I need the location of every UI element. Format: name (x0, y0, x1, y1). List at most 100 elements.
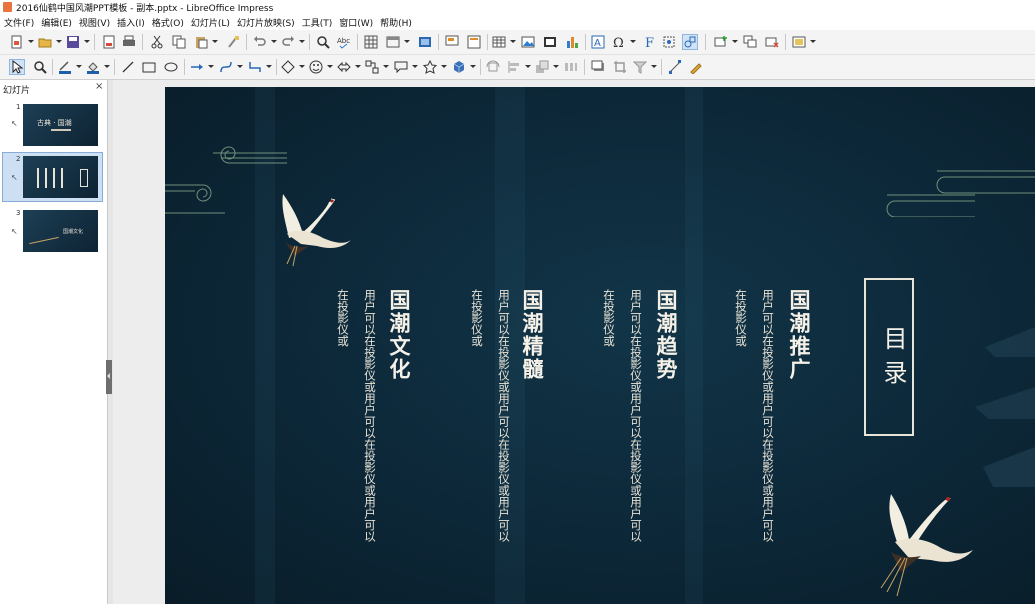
section-title-3[interactable]: 国潮精髓 (517, 289, 547, 381)
basic-shapes-dropdown-arrow[interactable] (299, 65, 305, 68)
clone-formatting-icon[interactable] (226, 35, 240, 49)
print-icon[interactable] (122, 35, 136, 49)
section-body-3[interactable]: 用户可以在投影仪或用户可以在投影仪或用户可以在投影仪或 (461, 289, 517, 551)
show-draw-functions-icon[interactable] (682, 34, 698, 50)
stars-dropdown-arrow[interactable] (441, 65, 447, 68)
toc-heading-box[interactable]: 目录 (864, 278, 914, 436)
open-folder-icon[interactable] (38, 35, 52, 49)
basic-shapes-icon[interactable] (281, 60, 295, 74)
crop-icon[interactable] (613, 60, 627, 74)
stars-icon[interactable] (423, 60, 437, 74)
block-arrows-dropdown-arrow[interactable] (355, 65, 361, 68)
filter-dropdown-arrow[interactable] (651, 65, 657, 68)
menu-tools[interactable]: 工具(T) (298, 14, 336, 30)
slide-background-icon[interactable] (792, 35, 806, 49)
spellcheck-icon[interactable]: Abc (337, 35, 351, 49)
panel-collapse-handle[interactable] (106, 360, 112, 394)
rectangle-icon[interactable] (142, 60, 156, 74)
curve-icon[interactable] (219, 60, 233, 74)
flowchart-dropdown-arrow[interactable] (383, 65, 389, 68)
export-pdf-icon[interactable] (102, 35, 116, 49)
curve-dropdown-arrow[interactable] (237, 65, 243, 68)
save-dropdown-arrow[interactable] (84, 40, 90, 43)
connector-icon[interactable] (248, 60, 262, 74)
slide-thumbnail-3[interactable]: 3 ↖ 国潮文化 (3, 207, 102, 255)
save-icon[interactable] (66, 35, 80, 49)
menu-window[interactable]: 窗口(W) (335, 14, 376, 30)
3d-objects-dropdown-arrow[interactable] (470, 65, 476, 68)
line-icon[interactable] (121, 60, 135, 74)
menu-edit[interactable]: 编辑(E) (37, 14, 75, 30)
redo-icon[interactable] (281, 35, 295, 49)
slide-background-dropdown-arrow[interactable] (810, 40, 816, 43)
table-icon[interactable] (492, 35, 506, 49)
block-arrows-icon[interactable] (337, 60, 351, 74)
redo-dropdown-arrow[interactable] (299, 40, 305, 43)
textbox-icon[interactable]: A (591, 35, 605, 49)
align-icon[interactable] (507, 60, 521, 74)
rotate-icon[interactable] (486, 60, 500, 74)
fill-color-dropdown-arrow[interactable] (104, 65, 110, 68)
menu-insert[interactable]: 插入(I) (113, 14, 148, 30)
arrange-icon[interactable] (535, 60, 549, 74)
menu-format[interactable]: 格式(O) (148, 14, 187, 30)
section-body-4[interactable]: 用户可以在投影仪或用户可以在投影仪或用户可以在投影仪或 (327, 289, 383, 551)
paste-icon[interactable] (194, 35, 208, 49)
arrow-line-icon[interactable] (190, 60, 204, 74)
callouts-dropdown-arrow[interactable] (412, 65, 418, 68)
line-color-dropdown-arrow[interactable] (76, 65, 82, 68)
menu-slideshow[interactable]: 幻灯片放映(S) (233, 14, 298, 30)
symbol-shapes-icon[interactable] (309, 60, 323, 74)
display-views-icon[interactable] (386, 35, 400, 49)
points-icon[interactable] (668, 60, 682, 74)
paste-dropdown-arrow[interactable] (212, 40, 218, 43)
delete-slide-icon[interactable] (765, 35, 779, 49)
cut-icon[interactable] (150, 35, 164, 49)
display-views-dropdown-arrow[interactable] (404, 40, 410, 43)
menu-view[interactable]: 视图(V) (75, 14, 113, 30)
new-dropdown-arrow[interactable] (28, 40, 34, 43)
slide-layout-icon[interactable] (467, 35, 481, 49)
media-icon[interactable] (543, 35, 557, 49)
3d-objects-icon[interactable] (452, 60, 466, 74)
section-body-2[interactable]: 用户可以在投影仪或用户可以在投影仪或用户可以在投影仪或 (593, 289, 649, 551)
section-title-4[interactable]: 国潮文化 (384, 289, 414, 381)
shadow-icon[interactable] (591, 60, 605, 74)
fill-color-icon[interactable] (86, 60, 100, 74)
section-title-1[interactable]: 国潮推广 (784, 289, 814, 381)
section-body-1[interactable]: 用户可以在投影仪或用户可以在投影仪或用户可以在投影仪或 (725, 289, 781, 551)
new-document-icon[interactable] (10, 35, 24, 49)
glue-points-icon[interactable] (689, 60, 703, 74)
transformations-icon[interactable] (662, 35, 676, 49)
undo-icon[interactable] (253, 35, 267, 49)
image-icon[interactable] (521, 35, 535, 49)
duplicate-slide-icon[interactable] (743, 35, 757, 49)
table-dropdown-arrow[interactable] (510, 40, 516, 43)
close-panel-icon[interactable]: × (95, 81, 103, 92)
copy-icon[interactable] (172, 35, 186, 49)
undo-dropdown-arrow[interactable] (271, 40, 277, 43)
arrange-dropdown-arrow[interactable] (553, 65, 559, 68)
align-dropdown-arrow[interactable] (525, 65, 531, 68)
special-character-dropdown-arrow[interactable] (630, 40, 636, 43)
callouts-icon[interactable] (394, 60, 408, 74)
section-title-2[interactable]: 国潮趋势 (651, 289, 681, 381)
connector-dropdown-arrow[interactable] (266, 65, 272, 68)
new-slide-dropdown-arrow[interactable] (732, 40, 738, 43)
chart-icon[interactable] (565, 35, 579, 49)
symbol-shapes-dropdown-arrow[interactable] (327, 65, 333, 68)
slide-thumbnail-2[interactable]: 2 ↖ (2, 152, 103, 202)
arrow-line-dropdown-arrow[interactable] (208, 65, 214, 68)
open-dropdown-arrow[interactable] (56, 40, 62, 43)
grid-icon[interactable] (364, 35, 378, 49)
filter-icon[interactable] (633, 60, 647, 74)
ellipse-icon[interactable] (164, 60, 178, 74)
flowchart-icon[interactable] (365, 60, 379, 74)
line-color-icon[interactable] (58, 60, 72, 74)
new-slide-icon[interactable] (714, 35, 728, 49)
find-replace-icon[interactable] (316, 35, 330, 49)
fontwork-icon[interactable]: F (642, 35, 656, 49)
menu-slide[interactable]: 幻灯片(L) (187, 14, 233, 30)
zoom-icon[interactable] (33, 60, 47, 74)
slide-thumbnail-1[interactable]: 1 ↖ 古典 · 国潮 (3, 101, 102, 149)
